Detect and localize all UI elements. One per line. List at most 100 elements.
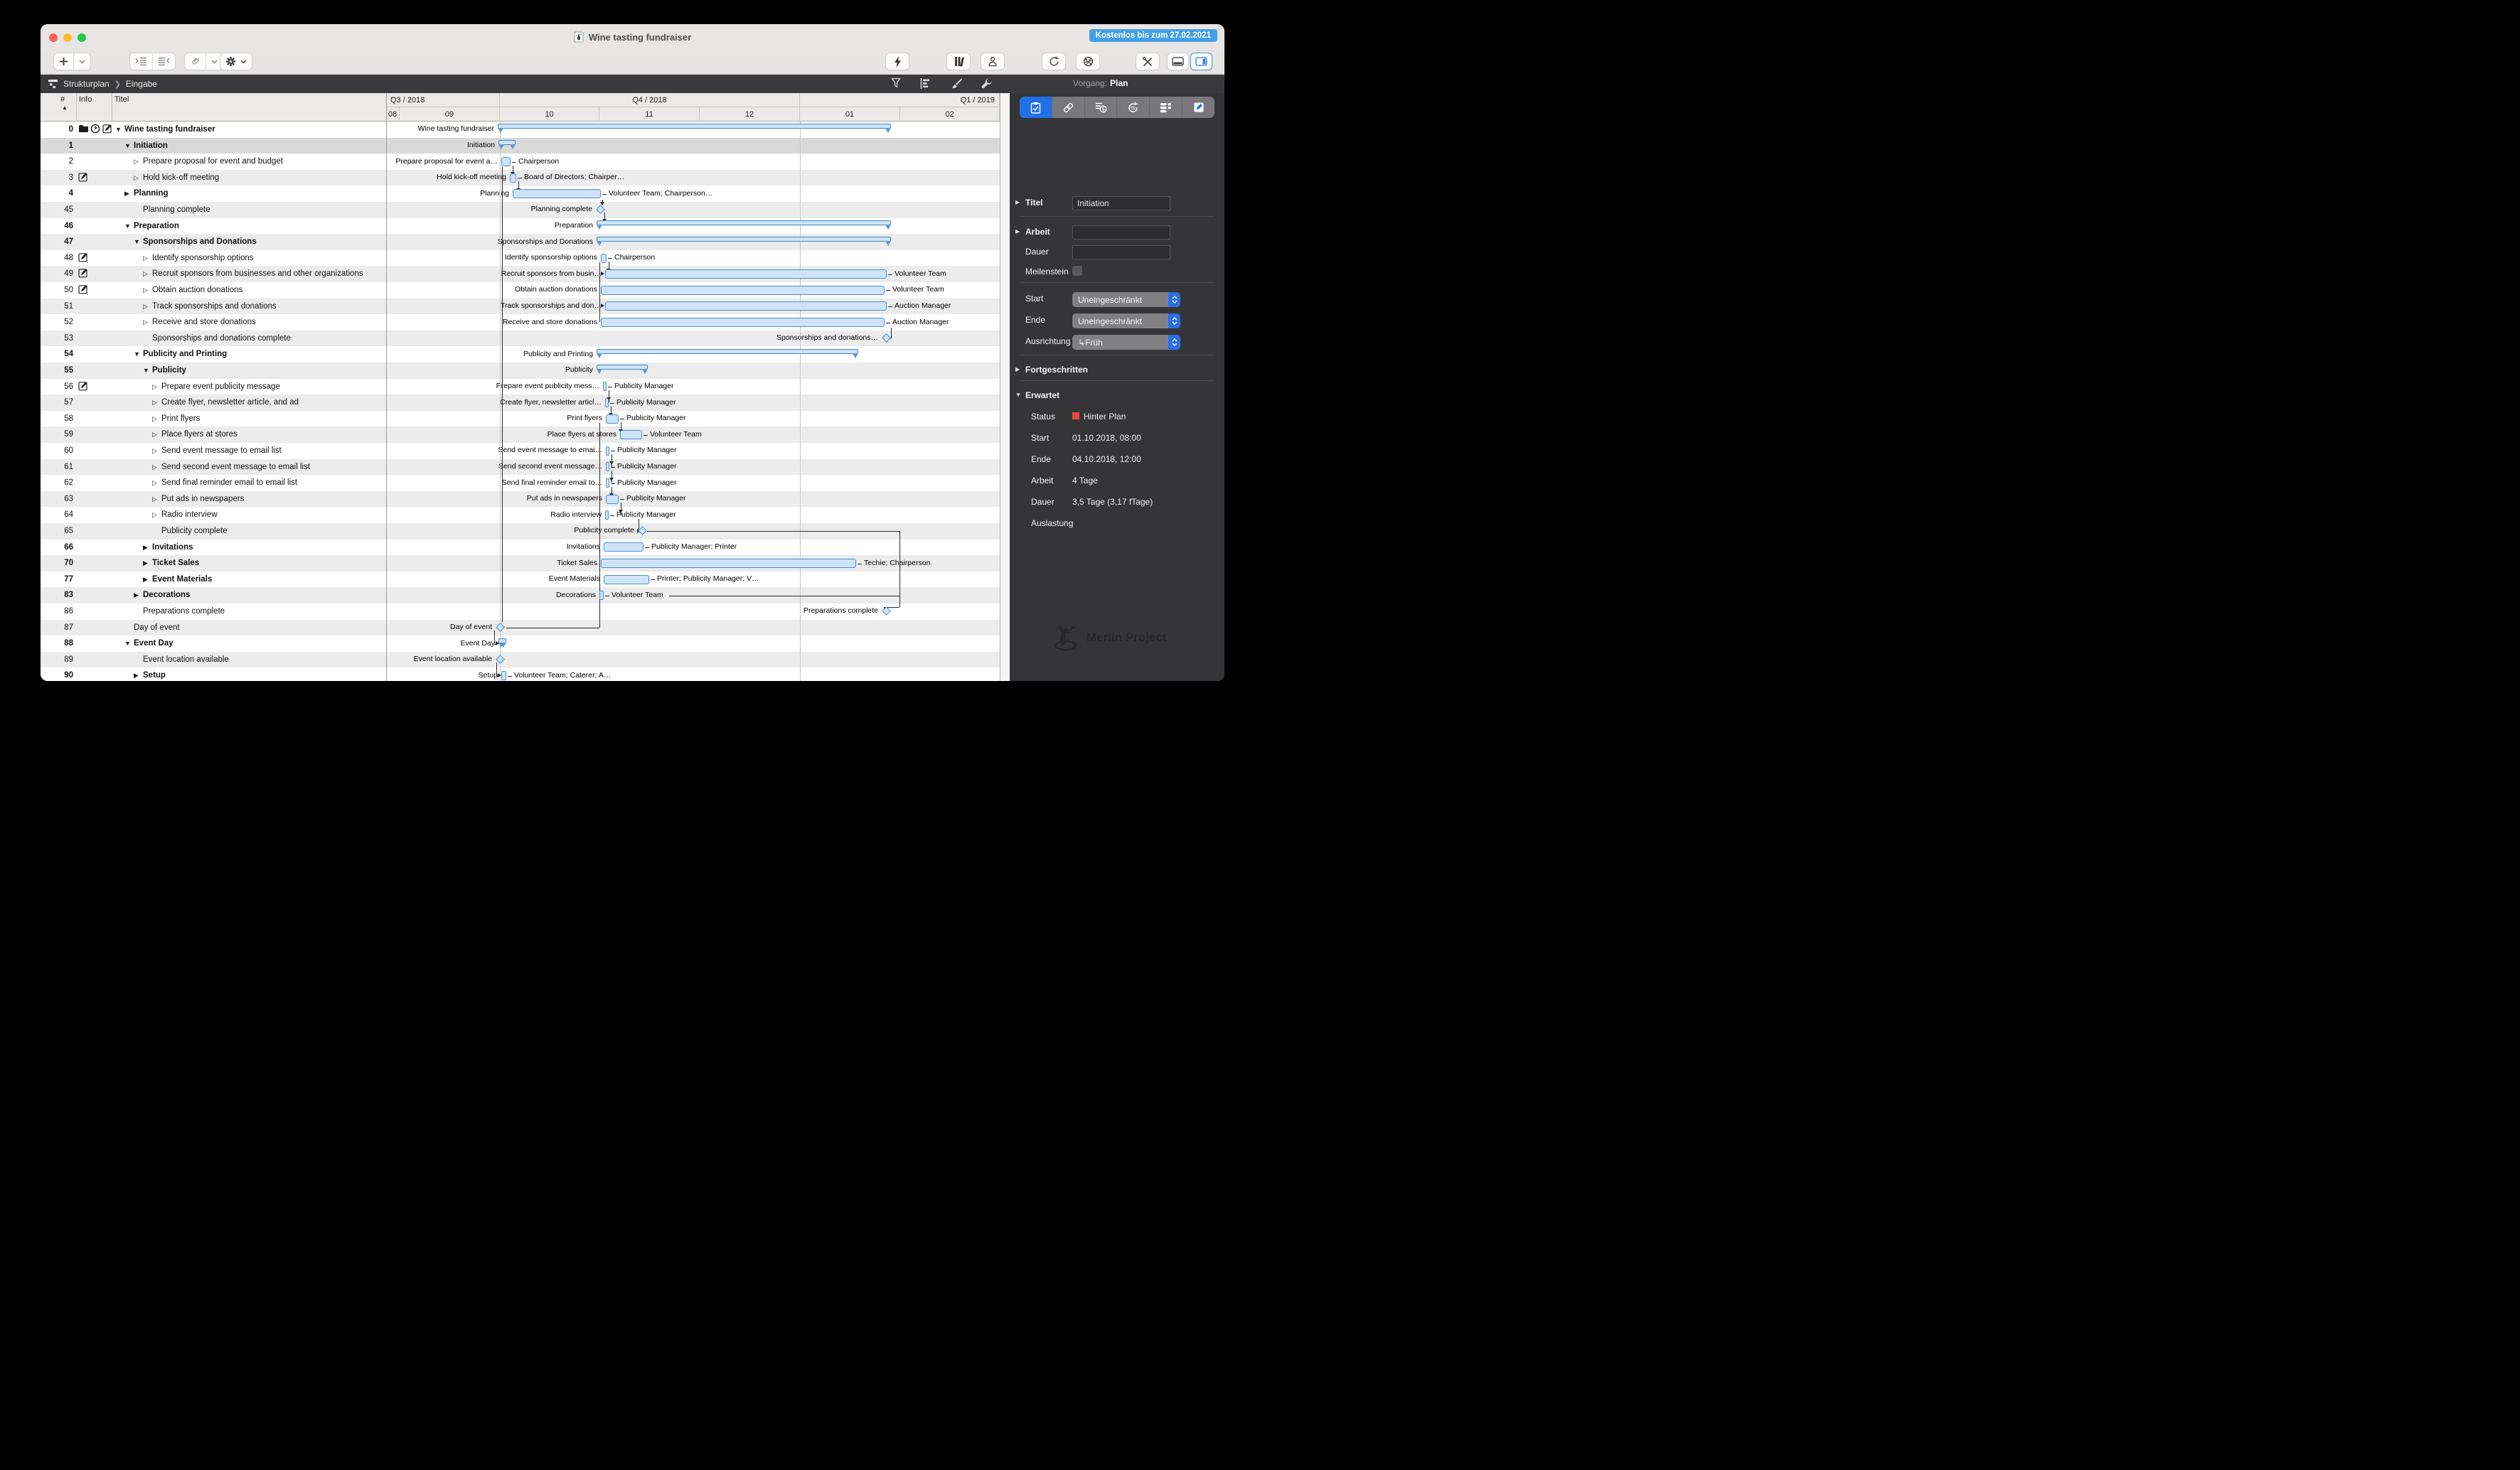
breadcrumb-view[interactable]: Strukturplan xyxy=(63,79,110,89)
gantt-task-bar[interactable] xyxy=(601,253,607,263)
gantt-task-bar[interactable] xyxy=(605,510,609,520)
outdent-button[interactable] xyxy=(152,53,175,70)
column-num[interactable]: # xyxy=(60,95,65,104)
library-button[interactable] xyxy=(946,53,971,70)
month-header-cell[interactable]: 12 xyxy=(700,107,800,122)
disclosure-triangle-icon[interactable]: ▼ xyxy=(124,635,134,652)
tab-costs[interactable]: $ xyxy=(1084,97,1117,118)
disclosure-triangle-icon[interactable]: ▷ xyxy=(152,475,161,491)
gantt-task-bar[interactable] xyxy=(620,430,642,440)
settings-wrench-button[interactable] xyxy=(981,77,993,93)
gantt-task-bar[interactable] xyxy=(510,173,516,183)
ausrichtung-select[interactable]: ↳Früh xyxy=(1072,335,1180,350)
vertical-scrollbar[interactable] xyxy=(1000,93,1010,681)
gantt-task-bar[interactable] xyxy=(606,414,619,424)
gantt-task-bar[interactable] xyxy=(501,671,506,681)
disclosure-triangle-icon[interactable]: ▶ xyxy=(143,555,152,572)
gantt-task-bar[interactable] xyxy=(606,446,609,456)
table-row[interactable]: 66 ▶ Invitations xyxy=(41,539,1000,556)
disclosure-triangle-icon[interactable]: ▷ xyxy=(143,250,152,267)
month-header-cell[interactable]: 10 xyxy=(500,107,599,122)
table-row[interactable]: 77 ▶ Event Materials xyxy=(41,571,1000,588)
tab-plan[interactable] xyxy=(1020,97,1052,118)
ende-select[interactable]: Uneingeschränkt xyxy=(1072,313,1180,328)
disclosure-triangle-icon[interactable]: ▷ xyxy=(152,491,161,508)
gantt-task-bar[interactable] xyxy=(606,478,609,488)
pane-separator[interactable] xyxy=(386,93,387,681)
gantt-task-bar[interactable] xyxy=(601,559,856,568)
settings-button[interactable] xyxy=(220,53,252,70)
tab-progress[interactable]: % xyxy=(1116,97,1149,118)
disclosure-triangle-icon[interactable]: ▼ xyxy=(115,122,124,138)
gantt-task-bar[interactable] xyxy=(601,285,885,295)
gantt-task-bar[interactable] xyxy=(604,542,644,552)
column-info[interactable]: Info xyxy=(79,95,92,104)
quick-action-button[interactable] xyxy=(885,53,909,70)
disclosure-triangle-icon[interactable]: ▼ xyxy=(143,363,152,379)
license-badge[interactable]: Kostenlos bis zum 27.02.2021 xyxy=(1089,29,1217,42)
dauer-input[interactable] xyxy=(1072,245,1170,259)
start-select[interactable]: Uneingeschränkt xyxy=(1072,292,1180,307)
disclosure-triangle-icon[interactable]: ▼ xyxy=(124,138,134,154)
add-options-button[interactable] xyxy=(73,53,90,70)
gantt-task-bar[interactable] xyxy=(603,382,607,392)
gantt-task-bar[interactable] xyxy=(605,398,609,407)
titel-input[interactable] xyxy=(1072,196,1170,210)
attach-button[interactable] xyxy=(185,53,205,70)
tab-notes[interactable] xyxy=(1182,97,1214,118)
gantt-task-bar[interactable] xyxy=(501,157,511,166)
disclosure-triangle-icon[interactable]: ▷ xyxy=(143,266,152,282)
disclosure-triangle-icon[interactable]: ▶ xyxy=(124,186,134,202)
disclosure-triangle-icon[interactable]: ▷ xyxy=(152,443,161,459)
disclosure-triangle-icon[interactable]: ▷ xyxy=(134,170,143,186)
table-row[interactable]: 58 ▷ Print flyers xyxy=(41,410,1000,427)
quarter-header-cell[interactable]: Q1 / 2019 xyxy=(800,93,1000,107)
table-row[interactable]: 64 ▷ Radio interview xyxy=(41,507,1000,523)
disclosure-triangle-icon[interactable]: ▷ xyxy=(152,379,161,395)
table-row[interactable]: 59 ▷ Place flyers at stores xyxy=(41,426,1000,443)
month-header-cell[interactable]: 08 xyxy=(386,107,400,122)
disclosure-triangle-icon[interactable]: ▶ xyxy=(134,667,143,681)
disclosure-icon[interactable]: ▶ xyxy=(1015,366,1020,372)
breadcrumb-section[interactable]: Eingabe xyxy=(126,79,157,89)
filter-button[interactable] xyxy=(891,77,902,93)
arbeit-input[interactable] xyxy=(1072,225,1170,240)
toggle-right-panel-button[interactable] xyxy=(1190,53,1212,70)
meilenstein-checkbox[interactable] xyxy=(1072,266,1082,276)
tab-links[interactable] xyxy=(1051,97,1084,118)
tab-elements[interactable] xyxy=(1149,97,1182,118)
outline-options-button[interactable] xyxy=(920,77,931,93)
sync-button[interactable] xyxy=(1042,53,1066,70)
style-brush-button[interactable] xyxy=(951,77,963,93)
disclosure-icon[interactable]: ▶ xyxy=(1015,228,1020,235)
quarter-header-cell[interactable]: Q4 / 2018 xyxy=(500,93,800,107)
disclosure-triangle-icon[interactable]: ▶ xyxy=(143,572,152,588)
disclosure-triangle-icon[interactable]: ▼ xyxy=(134,234,143,250)
column-titel[interactable]: Titel xyxy=(114,95,129,104)
month-header-cell[interactable]: 01 xyxy=(800,107,900,122)
table-row[interactable]: 88 ▼ Event Day xyxy=(41,635,1000,652)
resources-button[interactable] xyxy=(981,53,1005,70)
disclosure-triangle-icon[interactable]: ▷ xyxy=(152,507,161,523)
add-button[interactable] xyxy=(54,53,73,70)
disclosure-icon[interactable]: ▶ xyxy=(1015,199,1020,205)
disclosure-icon[interactable]: ▼ xyxy=(1015,392,1021,398)
disclosure-triangle-icon[interactable]: ▷ xyxy=(143,282,152,299)
disclosure-triangle-icon[interactable]: ▶ xyxy=(143,540,152,556)
table-row[interactable]: 55 ▼ Publicity xyxy=(41,363,1000,379)
disclosure-triangle-icon[interactable]: ▼ xyxy=(124,218,134,235)
table-row[interactable]: 45 Planning complete xyxy=(41,202,1000,218)
disclosure-triangle-icon[interactable]: ▷ xyxy=(134,154,143,170)
gantt-task-bar[interactable] xyxy=(605,301,887,311)
month-header-cell[interactable]: 09 xyxy=(400,107,500,122)
disclosure-triangle-icon[interactable]: ▷ xyxy=(152,411,161,427)
tools-button[interactable] xyxy=(1136,53,1160,70)
gantt-summary-bar[interactable] xyxy=(498,124,891,129)
gantt-task-bar[interactable] xyxy=(605,269,887,279)
gantt-task-bar[interactable] xyxy=(606,462,609,472)
month-header-cell[interactable]: 02 xyxy=(900,107,1000,122)
table-row[interactable]: 1 ▼ Initiation xyxy=(41,137,1000,154)
gantt-task-bar[interactable] xyxy=(599,591,604,601)
gantt-task-bar[interactable] xyxy=(601,318,885,327)
disclosure-triangle-icon[interactable]: ▷ xyxy=(143,299,152,315)
